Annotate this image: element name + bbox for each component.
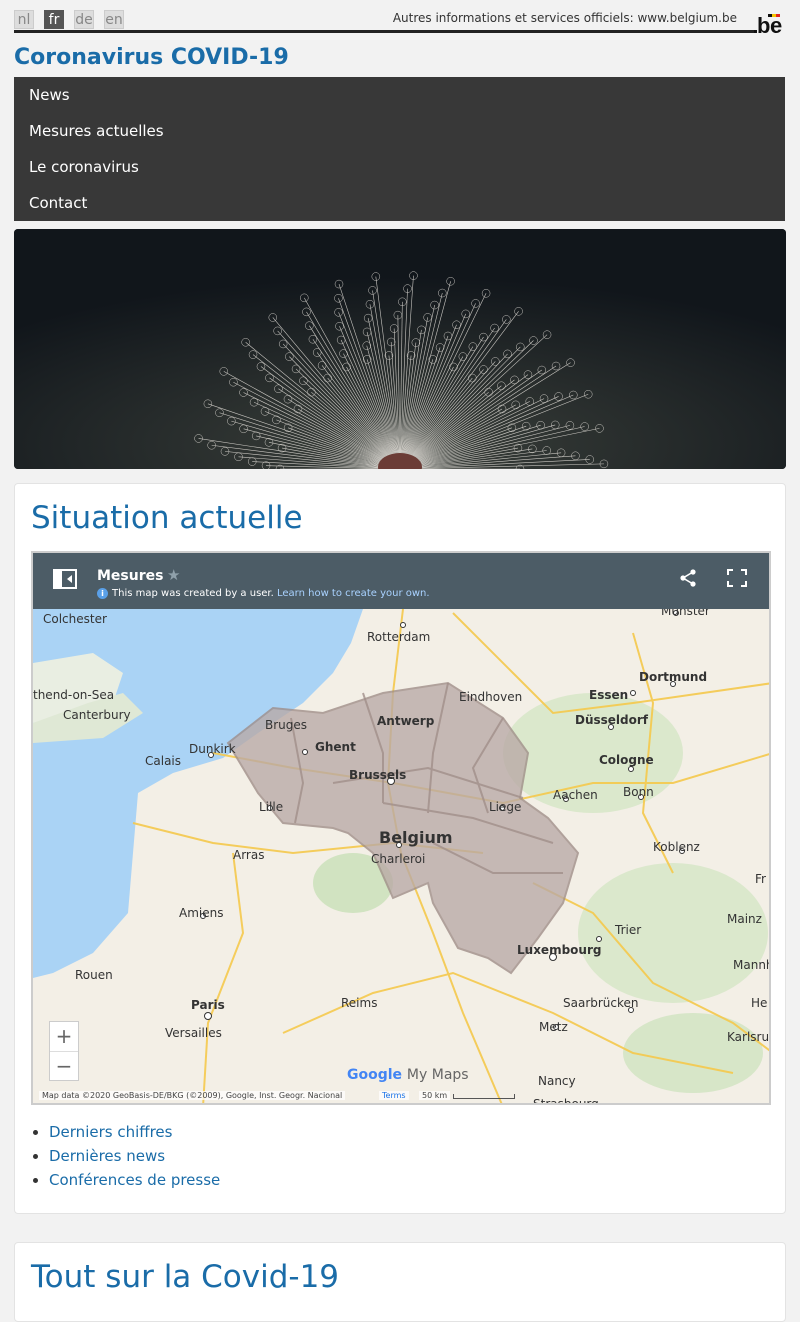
map-place-label: Essen bbox=[589, 688, 628, 702]
hero-image bbox=[14, 229, 786, 469]
lang-en[interactable]: en bbox=[104, 10, 124, 29]
map-place-label: Dunkirk bbox=[189, 742, 236, 756]
language-switcher: nl fr de en bbox=[14, 10, 124, 29]
map-scale-label: 50 km bbox=[419, 1091, 451, 1100]
map-title: Mesures bbox=[97, 568, 164, 584]
map-place-label: Cologne bbox=[599, 753, 654, 767]
list-item: Dernières news bbox=[49, 1147, 220, 1171]
map-place-label: Amiens bbox=[179, 906, 223, 920]
map-place-label: Rouen bbox=[75, 968, 113, 982]
map-place-label: Paris bbox=[191, 998, 225, 1012]
map-place-label: Rotterdam bbox=[367, 630, 430, 644]
site-title[interactable]: Coronavirus COVID-19 bbox=[14, 45, 289, 70]
google-wordmark: Google bbox=[347, 1067, 403, 1083]
map-place-label: Bruges bbox=[265, 718, 307, 732]
lang-fr[interactable]: fr bbox=[44, 10, 64, 29]
list-item: Conférences de presse bbox=[49, 1171, 220, 1195]
panel-toggle-icon[interactable] bbox=[53, 569, 77, 589]
map-info-text: This map was created by a user. bbox=[112, 588, 274, 599]
situation-links: Derniers chiffres Dernières news Confére… bbox=[49, 1123, 220, 1195]
map-place-label: Dortmund bbox=[639, 670, 707, 684]
zoom-control: + − bbox=[49, 1021, 79, 1081]
fullscreen-icon[interactable] bbox=[727, 569, 747, 587]
map-place-label: He bbox=[751, 996, 767, 1010]
map-place-label: Bonn bbox=[623, 785, 654, 799]
map-place-label: Ghent bbox=[315, 740, 356, 754]
map-header: Mesures ★ i This map was created by a use… bbox=[33, 553, 769, 609]
nav-item-news[interactable]: News bbox=[14, 77, 785, 113]
zoom-in-button[interactable]: + bbox=[50, 1022, 78, 1051]
share-icon[interactable] bbox=[679, 569, 697, 587]
google-mymaps-logo: Google My Maps bbox=[347, 1067, 469, 1083]
zoom-out-button[interactable]: − bbox=[50, 1051, 78, 1080]
map-place-label: Liege bbox=[489, 800, 521, 814]
map-place-label: Reims bbox=[341, 996, 377, 1010]
map-place-label: Koblenz bbox=[653, 840, 700, 854]
map-place-label: Saarbrücken bbox=[563, 996, 639, 1010]
map-place-label: Düsseldorf bbox=[575, 713, 649, 727]
learn-more-link[interactable]: Learn how to create your own. bbox=[277, 588, 430, 599]
situation-card: Situation actuelle Colchester Rotterdam … bbox=[14, 483, 786, 1214]
covid-info-card: Tout sur la Covid-19 bbox=[14, 1242, 786, 1322]
map-place-label: Karlsru bbox=[727, 1030, 769, 1044]
map-place-label: Charleroi bbox=[371, 852, 425, 866]
section-title: Tout sur la Covid-19 bbox=[31, 1259, 340, 1295]
map-place-label: Colchester bbox=[43, 612, 107, 626]
link-dernieres-news[interactable]: Dernières news bbox=[49, 1147, 165, 1165]
map-place-label: Versailles bbox=[165, 1026, 222, 1040]
embedded-map[interactable]: Colchester Rotterdam Münster Dortmund Eindho… bbox=[31, 551, 771, 1105]
map-place-label: Brussels bbox=[349, 768, 406, 782]
map-place-label: Trier bbox=[614, 923, 641, 937]
map-place-label: Arras bbox=[233, 848, 264, 862]
map-place-label: Lille bbox=[259, 800, 283, 814]
map-place-label: Antwerp bbox=[377, 714, 435, 728]
map-place-label: Fr bbox=[755, 872, 766, 886]
map-place-label: Mannh bbox=[733, 958, 771, 972]
map-place-label: thend-on-Sea bbox=[33, 688, 114, 702]
dandelion-image bbox=[14, 229, 786, 469]
star-icon[interactable]: ★ bbox=[167, 566, 180, 584]
section-title: Situation actuelle bbox=[31, 500, 303, 536]
map-footer: Map data ©2020 GeoBasis-DE/BKG (©2009), … bbox=[33, 1089, 769, 1103]
map-place-label: Aachen bbox=[553, 788, 598, 802]
map-scale-bar bbox=[453, 1094, 515, 1099]
map-place-label: Belgium bbox=[379, 828, 453, 847]
lang-nl[interactable]: nl bbox=[14, 10, 34, 29]
map-attribution: Map data ©2020 GeoBasis-DE/BKG (©2009), … bbox=[39, 1091, 346, 1100]
be-logo[interactable]: b e bbox=[754, 13, 788, 35]
map-place-label: Luxembourg bbox=[517, 943, 601, 957]
official-info-link[interactable]: Autres informations et services officiel… bbox=[393, 11, 737, 25]
header-divider bbox=[14, 30, 756, 33]
mymaps-wordmark: My Maps bbox=[406, 1067, 469, 1083]
info-icon: i bbox=[97, 588, 108, 599]
map-canvas[interactable]: ColchesterRotterdamMünsterDortmundEindho… bbox=[33, 553, 771, 1105]
nav-item-mesures[interactable]: Mesures actuelles bbox=[14, 113, 785, 149]
map-place-label: Mainz bbox=[727, 912, 762, 926]
map-place-label: Eindhoven bbox=[459, 690, 522, 704]
map-info: i This map was created by a user. Learn h… bbox=[97, 588, 430, 599]
map-place-label: Nancy bbox=[538, 1074, 576, 1088]
link-derniers-chiffres[interactable]: Derniers chiffres bbox=[49, 1123, 172, 1141]
link-conferences-presse[interactable]: Conférences de presse bbox=[49, 1171, 220, 1189]
map-place-label: Canterbury bbox=[63, 708, 131, 722]
nav-item-contact[interactable]: Contact bbox=[14, 185, 785, 221]
terms-link[interactable]: Terms bbox=[379, 1091, 409, 1100]
list-item: Derniers chiffres bbox=[49, 1123, 220, 1147]
map-place-label: Calais bbox=[145, 754, 181, 768]
nav-item-coronavirus[interactable]: Le coronavirus bbox=[14, 149, 785, 185]
main-nav: News Mesures actuelles Le coronavirus Co… bbox=[14, 77, 785, 221]
map-place-label: Metz bbox=[539, 1020, 568, 1034]
lang-de[interactable]: de bbox=[74, 10, 94, 29]
